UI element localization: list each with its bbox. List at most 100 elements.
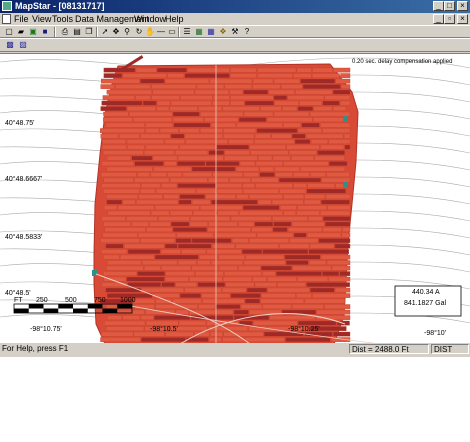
- print-preview-icon[interactable]: ▤: [72, 27, 82, 37]
- map-settings-icon[interactable]: ▨: [18, 40, 28, 50]
- zoom-icon[interactable]: ⚲: [122, 27, 132, 37]
- menu-tools[interactable]: Tools: [52, 13, 73, 25]
- map-view[interactable]: 0.20 sec. delay compensation applied 40°…: [0, 53, 470, 343]
- save-icon[interactable]: ■: [40, 27, 50, 37]
- yield-strip: [292, 221, 325, 227]
- yield-strip: [297, 128, 323, 133]
- yield-strip: [284, 254, 321, 260]
- yield-strip: [157, 67, 187, 73]
- minimize-button[interactable]: _: [433, 1, 444, 11]
- yield-strip: [151, 84, 197, 89]
- yield-strip: [127, 106, 156, 111]
- print-icon[interactable]: ⎙: [60, 27, 70, 37]
- log-green-icon[interactable]: ▦: [194, 27, 204, 37]
- yield-strip: [178, 320, 206, 326]
- yield-strip: [182, 172, 212, 177]
- scale-segment: [28, 304, 44, 309]
- copy-icon[interactable]: ❐: [84, 27, 94, 37]
- pointer-icon[interactable]: ➚: [100, 27, 110, 37]
- menu-help[interactable]: Help: [165, 13, 184, 25]
- yield-strip: [230, 73, 257, 78]
- yield-strip: [196, 188, 217, 194]
- yield-strip: [216, 183, 243, 188]
- yield-strip: [149, 221, 171, 227]
- open-folder-icon[interactable]: ▰: [16, 27, 26, 37]
- yield-strip: [188, 276, 223, 282]
- yield-strip: [145, 122, 173, 128]
- yield-strip: [145, 320, 179, 326]
- yield-strip: [104, 227, 146, 232]
- yield-strip: [313, 117, 348, 122]
- menu-window[interactable]: Window: [134, 13, 166, 25]
- yield-strip: [272, 216, 308, 221]
- yield-strip: [230, 100, 245, 106]
- yield-strip: [243, 111, 274, 117]
- yield-strip: [225, 282, 255, 287]
- yield-strip: [254, 282, 277, 287]
- yield-strip: [240, 304, 263, 309]
- yield-strip: [283, 194, 305, 199]
- yield-strip: [124, 243, 165, 249]
- measure-icon[interactable]: —: [156, 27, 166, 37]
- yield-strip: [310, 287, 335, 293]
- new-file-icon[interactable]: ▢: [4, 27, 14, 37]
- title-bar[interactable]: MapStar - [08131717] _ □ ×: [0, 0, 470, 13]
- yield-strip: [224, 84, 252, 89]
- yield-strip: [194, 89, 229, 95]
- rotate-icon[interactable]: ↻: [134, 27, 144, 37]
- yield-strip: [143, 265, 161, 271]
- maximize-button[interactable]: □: [444, 1, 455, 11]
- pan-icon[interactable]: ✥: [111, 27, 121, 37]
- yield-strip: [141, 337, 186, 342]
- yield-strip: [252, 78, 274, 84]
- yield-strip: [269, 315, 316, 320]
- yield-strip: [100, 238, 140, 243]
- close-button[interactable]: ×: [457, 1, 468, 11]
- log-blue-icon[interactable]: ▦: [206, 27, 216, 37]
- yield-strip: [122, 73, 168, 78]
- yield-strip: [103, 221, 132, 227]
- yield-strip: [271, 199, 304, 205]
- yield-strip: [150, 210, 170, 216]
- doc-minimize-button[interactable]: _: [433, 14, 444, 24]
- doc-close-button[interactable]: ×: [457, 14, 468, 24]
- yield-strip: [273, 221, 292, 227]
- yield-strip: [288, 227, 323, 232]
- help-pointer-icon[interactable]: ?: [242, 27, 252, 37]
- yield-strip: [320, 210, 351, 216]
- import-icon[interactable]: ▣: [28, 27, 38, 37]
- yield-strip: [243, 260, 286, 265]
- yield-strip: [177, 155, 224, 161]
- document-icon[interactable]: [2, 14, 11, 24]
- select-area-icon[interactable]: ▭: [167, 27, 177, 37]
- lon-label: -98°10.25': [288, 326, 320, 333]
- yield-strip: [103, 111, 129, 117]
- yield-strip: [208, 177, 230, 183]
- yield-strip: [100, 84, 115, 89]
- yield-strip: [170, 100, 212, 106]
- yield-strip: [309, 243, 335, 249]
- yield-strip: [279, 243, 310, 249]
- yield-strip: [103, 188, 140, 194]
- yield-strip: [261, 265, 292, 271]
- map-layer-icon[interactable]: ▩: [5, 40, 15, 50]
- scale-segment: [73, 308, 88, 313]
- yield-strip: [140, 78, 165, 84]
- yield-strip: [151, 95, 180, 100]
- yield-strip: [238, 221, 255, 227]
- doc-restore-button[interactable]: ▫: [444, 14, 455, 24]
- yield-strip: [304, 199, 321, 205]
- yield-strip: [117, 205, 155, 210]
- menu-file[interactable]: File: [14, 13, 29, 25]
- layers-icon[interactable]: ❖: [218, 27, 228, 37]
- yield-strip: [306, 133, 344, 139]
- list-icon[interactable]: ☰: [182, 27, 192, 37]
- hand-icon[interactable]: ✋: [145, 27, 155, 37]
- yield-strip: [165, 78, 210, 84]
- yield-strip: [292, 265, 332, 271]
- tools-icon[interactable]: ⚒: [230, 27, 240, 37]
- yield-strip: [146, 227, 173, 232]
- yield-strip: [191, 199, 211, 205]
- yield-strip: [304, 194, 326, 199]
- menu-view[interactable]: View: [32, 13, 51, 25]
